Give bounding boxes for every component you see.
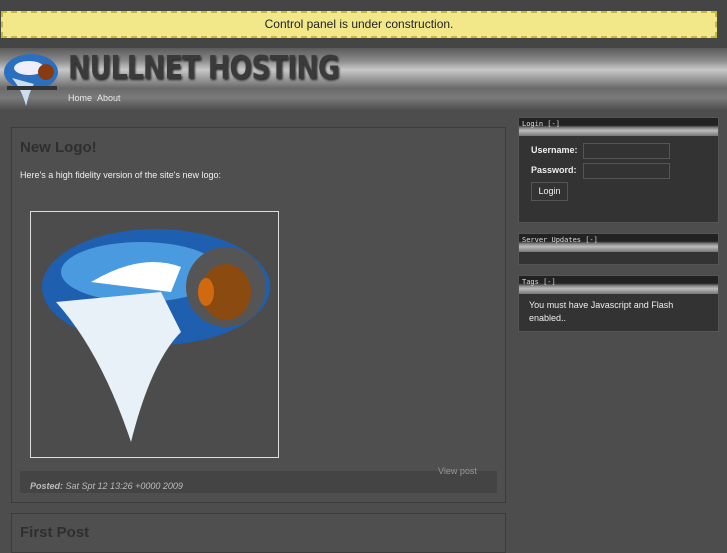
username-label: Username: xyxy=(531,145,578,155)
posted-label: Posted: xyxy=(30,481,64,491)
tags-message: You must have Javascript and Flash enabl… xyxy=(529,300,674,323)
globe-image-icon xyxy=(42,229,270,442)
posted-date: Sat Spt 12 13:26 +0000 2009 xyxy=(65,481,183,491)
tags-panel: Tags [-] You must have Javascript and Fl… xyxy=(518,275,719,332)
logo-image xyxy=(30,211,279,458)
site-header: NULLNET HOSTING Home About xyxy=(0,48,727,110)
login-panel: Login [-] Username: Password: Login xyxy=(518,117,719,223)
post-first: First Post xyxy=(11,513,506,553)
login-button[interactable]: Login xyxy=(531,182,568,201)
site-brand: NULLNET HOSTING xyxy=(68,49,340,88)
post-title[interactable]: New Logo! xyxy=(20,139,97,156)
login-panel-header[interactable]: Login [-] xyxy=(519,118,718,136)
server-updates-panel: Server Updates [-] xyxy=(518,233,719,265)
tags-header[interactable]: Tags [-] xyxy=(519,276,718,294)
nav-about-link[interactable]: About xyxy=(97,93,121,103)
construction-notice: Control panel is under construction. xyxy=(1,11,717,38)
server-updates-header[interactable]: Server Updates [-] xyxy=(519,234,718,252)
main-nav: Home About xyxy=(68,93,124,103)
globe-logo-icon[interactable] xyxy=(2,50,60,108)
post-new-logo: New Logo! Here's a high fidelity version… xyxy=(11,127,506,503)
view-post-link[interactable]: View post xyxy=(438,466,477,476)
post-body: Here's a high fidelity version of the si… xyxy=(20,170,222,180)
post-footer: Posted: Sat Spt 12 13:26 +0000 2009 View… xyxy=(20,466,497,493)
username-input[interactable] xyxy=(583,143,670,159)
nav-home-link[interactable]: Home xyxy=(68,93,92,103)
password-input[interactable] xyxy=(583,163,670,179)
password-label: Password: xyxy=(531,165,577,175)
post-title[interactable]: First Post xyxy=(20,524,89,541)
